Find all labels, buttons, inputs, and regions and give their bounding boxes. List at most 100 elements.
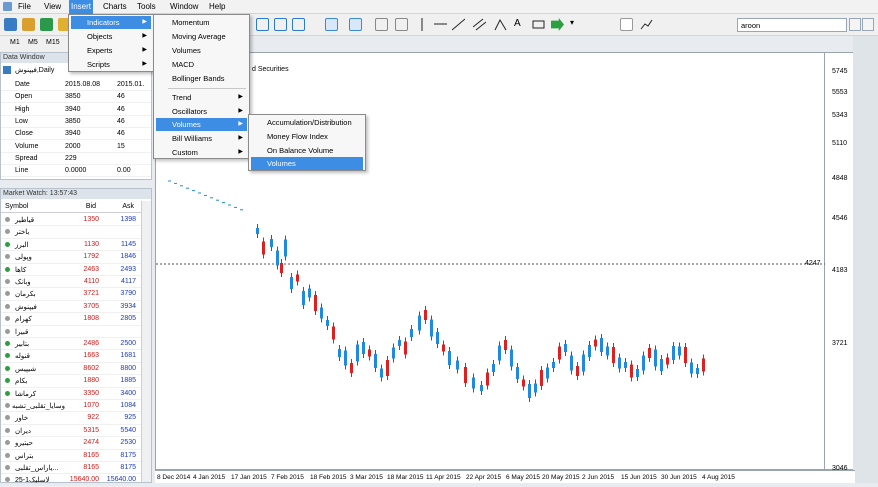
symbol-name: قنوله: [15, 353, 30, 361]
candle: [302, 291, 305, 305]
data-window-row: Date 2015.08.08 2015.01.: [1, 79, 151, 91]
menu-item-custom[interactable]: Custom ▶: [156, 146, 247, 159]
template-icon[interactable]: [640, 18, 653, 31]
trendline-icon[interactable]: [451, 18, 466, 31]
menu-tools[interactable]: Tools: [137, 2, 156, 11]
timeframe-m5[interactable]: M5: [28, 39, 38, 46]
market-watch-row[interactable]: فیپنوش 3705 3934: [1, 301, 141, 314]
autoscroll-icon[interactable]: [349, 18, 362, 31]
market-watch-row[interactable]: شیپیس 8602 8800: [1, 363, 141, 376]
menu-item-trend[interactable]: Trend ▶: [156, 91, 247, 104]
menu-bar: File View Insert Charts Tools Window Hel…: [0, 0, 878, 14]
menu-item-indicators[interactable]: Indicators ▶: [71, 16, 151, 29]
open-icon[interactable]: [22, 18, 35, 31]
search-options-icon[interactable]: [862, 18, 874, 31]
candle: [606, 346, 609, 356]
text-icon[interactable]: A: [514, 18, 527, 31]
candle: [528, 384, 531, 398]
menu-item-volumes[interactable]: Volumes ▶: [156, 118, 247, 131]
market-watch-row[interactable]: وبانک 4110 4117: [1, 276, 141, 289]
market-watch-row[interactable]: ...یاراس_تقلبی 8165 8175: [1, 462, 141, 475]
zoom-in-icon[interactable]: [256, 18, 269, 31]
ask-header[interactable]: Ask: [122, 203, 134, 210]
data-label: Date: [15, 81, 30, 88]
menu-item-on-balance-volume[interactable]: On Balance Volume: [251, 144, 363, 157]
status-icon: [5, 365, 10, 371]
period-icon[interactable]: [620, 18, 633, 31]
new-chart-icon[interactable]: [4, 18, 17, 31]
menu-item-bollinger[interactable]: Bollinger Bands: [156, 72, 247, 85]
market-watch-row[interactable]: وپولی 1792 1846: [1, 251, 141, 264]
candle: [442, 344, 445, 352]
indicators-menu: Momentum Moving Average Volumes MACD Bol…: [153, 14, 250, 159]
zoom-out-icon[interactable]: [274, 18, 287, 31]
menu-item-accumulation-distribution[interactable]: Accumulation/Distribution: [251, 116, 363, 129]
market-watch-row[interactable]: باختر: [1, 226, 141, 239]
market-watch-row[interactable]: قیاطیر 1350 1398: [1, 214, 141, 227]
candle: [600, 338, 603, 352]
market-watch-row[interactable]: حیتیرو 2474 2530: [1, 437, 141, 450]
date-label: 2 Jun 2015: [582, 474, 615, 481]
bid-header[interactable]: Bid: [86, 203, 96, 210]
market-watch-row[interactable]: لاسلیک1-25 15640.00 15640.00: [1, 474, 141, 487]
zoom-icon[interactable]: [292, 18, 305, 31]
market-watch-row[interactable]: قبیرا: [1, 326, 141, 338]
channel-icon[interactable]: [472, 18, 487, 31]
menu-item-objects[interactable]: Objects ▶: [71, 30, 151, 43]
menu-charts[interactable]: Charts: [103, 2, 127, 11]
search-input[interactable]: aroon: [737, 18, 847, 32]
market-watch-row[interactable]: دیران 5315 5540: [1, 425, 141, 438]
label-icon[interactable]: [532, 18, 545, 31]
market-watch-row[interactable]: بکام 1880 1885: [1, 375, 141, 388]
market-watch-row[interactable]: بکرمان 3721 3790: [1, 288, 141, 301]
menu-item-money-flow-index[interactable]: Money Flow Index: [251, 130, 363, 143]
candle: [276, 250, 279, 266]
hline-icon[interactable]: [434, 18, 447, 31]
arrow-dropdown-icon[interactable]: ▾: [570, 18, 583, 31]
market-watch-row[interactable]: کاها 2463 2493: [1, 264, 141, 276]
menu-insert[interactable]: Insert: [69, 0, 94, 14]
fibo-icon[interactable]: [494, 18, 507, 31]
menu-item-moving-average[interactable]: Moving Average: [156, 30, 247, 43]
vline-icon[interactable]: [416, 18, 429, 31]
menu-file[interactable]: File: [18, 2, 31, 11]
timeframe-m15[interactable]: M15: [46, 39, 60, 46]
candle: [320, 307, 323, 319]
menu-item-macd[interactable]: MACD: [156, 58, 247, 71]
status-icon: [5, 477, 10, 483]
menu-item-volumes-indicator[interactable]: Volumes: [251, 157, 363, 170]
menu-help[interactable]: Help: [209, 2, 225, 11]
tile-icon[interactable]: [325, 18, 338, 31]
market-watch-scrollbar[interactable]: [141, 201, 151, 482]
market-watch-row[interactable]: البرز 1130 1145: [1, 239, 141, 252]
symbol-header[interactable]: Symbol: [5, 203, 28, 210]
menu-item-experts[interactable]: Experts ▶: [71, 44, 151, 57]
chart-icon: [3, 66, 11, 74]
symbol-name: باختر: [15, 229, 30, 237]
menu-item-momentum[interactable]: Momentum: [156, 16, 247, 29]
arrow-icon[interactable]: [551, 18, 564, 31]
market-watch-row[interactable]: بتابیر 2486 2500: [1, 338, 141, 351]
market-watch-row[interactable]: خاور 922 925: [1, 412, 141, 425]
timeframe-m1[interactable]: M1: [10, 39, 20, 46]
market-watch-row[interactable]: بتراس 8165 8175: [1, 450, 141, 462]
status-icon: [5, 291, 10, 297]
menu-item-bill-williams[interactable]: Bill Williams ▶: [156, 132, 247, 145]
menu-view[interactable]: View: [44, 2, 61, 11]
menu-item-oscillators[interactable]: Oscillators ▶: [156, 105, 247, 118]
navigator-icon[interactable]: [40, 18, 53, 31]
cursor-icon[interactable]: [375, 18, 388, 31]
search-icon[interactable]: [849, 18, 861, 31]
crosshair-icon[interactable]: [395, 18, 408, 31]
candle: [314, 295, 317, 311]
menu-item-scripts[interactable]: Scripts ▶: [71, 58, 151, 71]
ask-value: 3790: [120, 290, 136, 298]
menu-window[interactable]: Window: [170, 2, 198, 11]
candle: [296, 274, 299, 282]
menu-item-volumes-top[interactable]: Volumes: [156, 44, 247, 57]
market-watch-row[interactable]: کهرام 1808 2805: [1, 313, 141, 326]
market-watch-row[interactable]: کرماشا 3350 3400: [1, 388, 141, 400]
candle: [362, 342, 365, 354]
market-watch-row[interactable]: وسایا_تقلبی_تشبه 1070 1084: [1, 400, 141, 413]
market-watch-row[interactable]: قنوله 1663 1681: [1, 350, 141, 363]
